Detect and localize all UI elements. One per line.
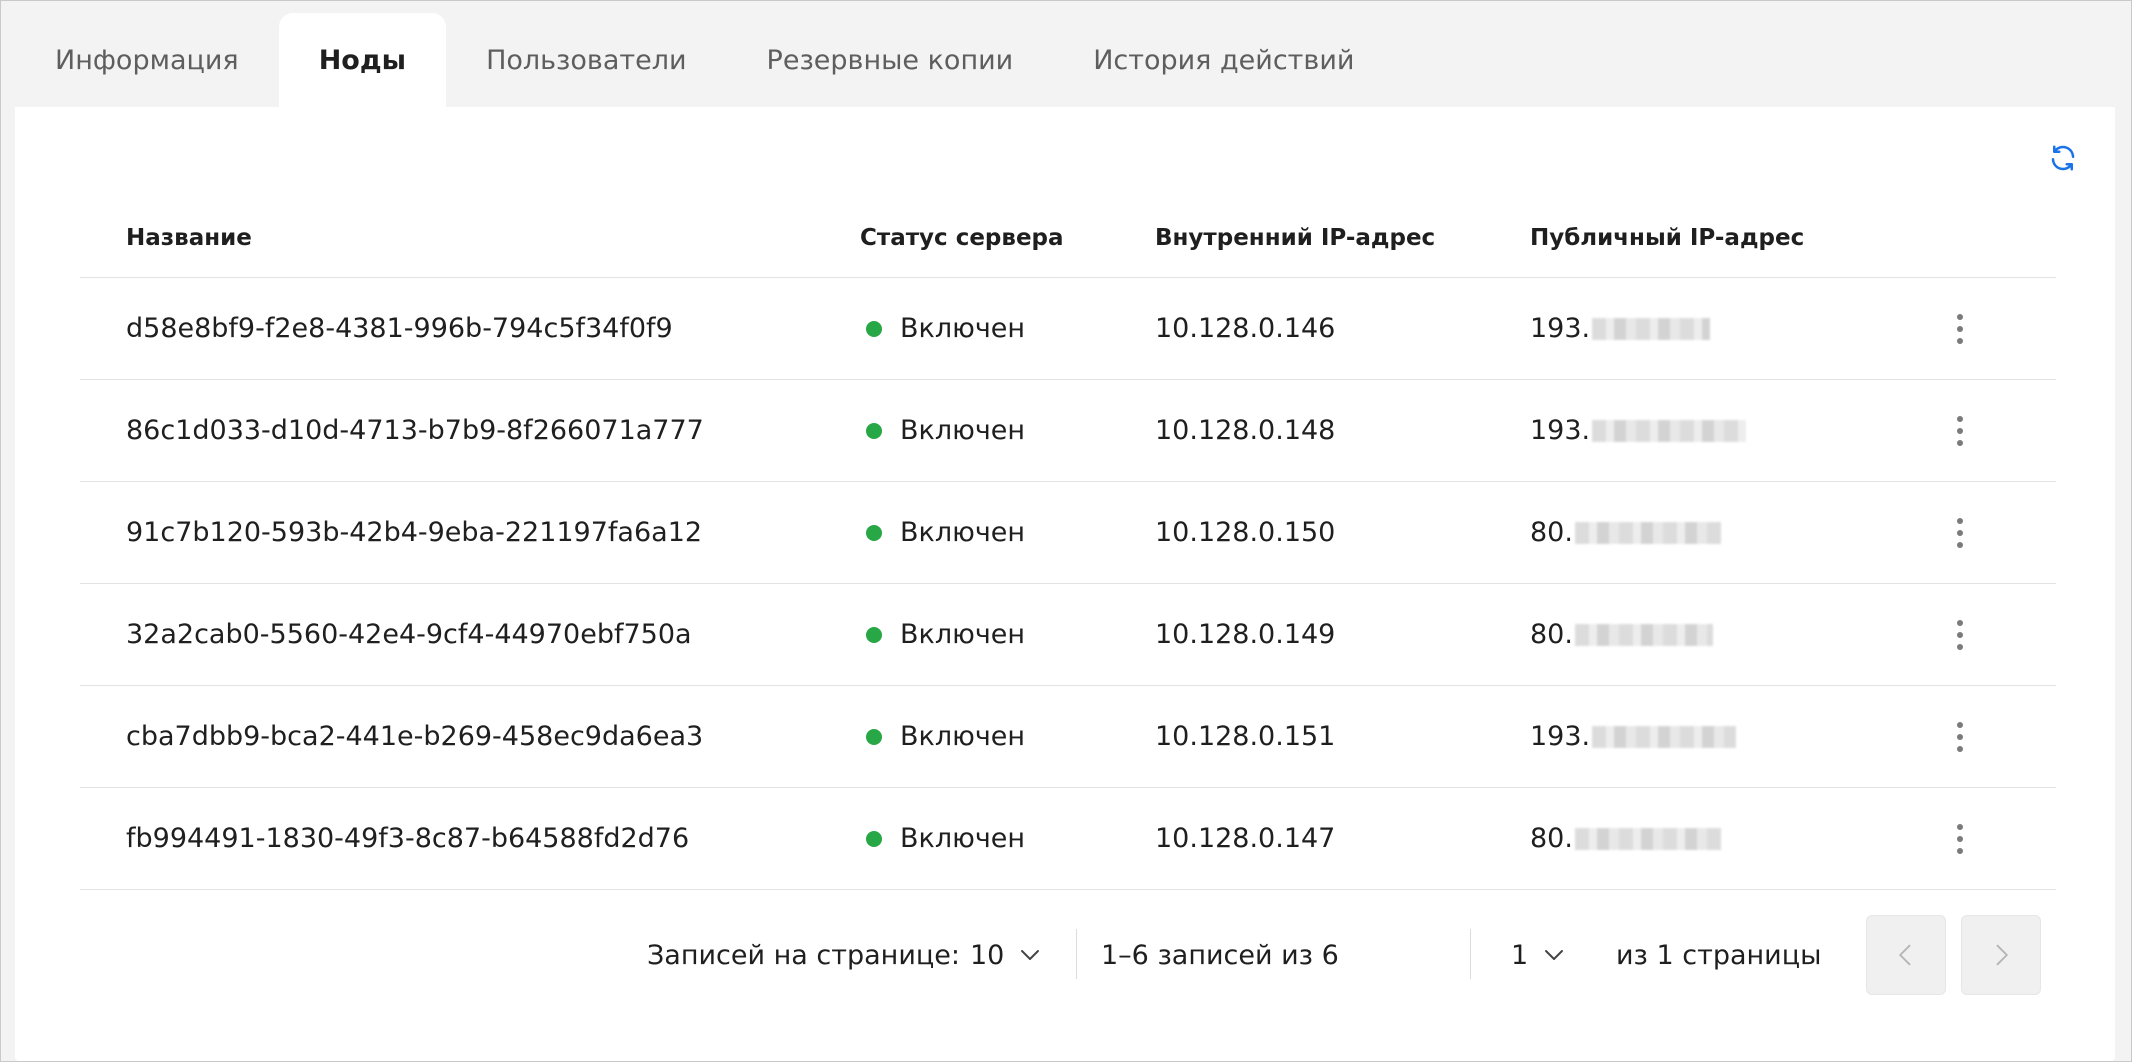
public-ip-prefix: 80.	[1530, 619, 1573, 650]
chevron-down-icon	[1545, 950, 1564, 960]
table-header: Название Статус сервера Внутренний IP-ад…	[80, 107, 2056, 278]
node-name: d58e8bf9-f2e8-4381-996b-794c5f34f0f9	[126, 313, 673, 344]
column-header-public-ip[interactable]: Публичный IP-адрес	[1530, 225, 1804, 251]
internal-ip: 10.128.0.146	[1155, 313, 1336, 344]
kebab-menu-icon	[1957, 415, 1963, 446]
next-page-button[interactable]	[1961, 915, 2041, 995]
public-ip: 193.	[1530, 686, 1737, 787]
tab-nodes[interactable]: Ноды	[278, 13, 447, 107]
public-ip: 80.	[1530, 482, 1721, 583]
column-header-name[interactable]: Название	[126, 225, 252, 251]
tab-bar: Информация Ноды Пользователи Резервные к…	[15, 13, 1394, 107]
public-ip-prefix: 193.	[1530, 721, 1591, 752]
server-status: Включен	[860, 788, 1025, 889]
redacted-ip	[1592, 317, 1711, 340]
server-status: Включен	[860, 278, 1025, 379]
nodes-table: Название Статус сервера Внутренний IP-ад…	[80, 107, 2056, 890]
redacted-ip	[1574, 521, 1721, 544]
status-text: Включен	[900, 823, 1026, 854]
row-menu-button[interactable]	[1940, 788, 1980, 889]
per-page-label: Записей на странице:	[647, 939, 960, 971]
row-menu-button[interactable]	[1940, 380, 1980, 481]
divider	[1076, 929, 1077, 979]
kebab-menu-icon	[1957, 619, 1963, 650]
status-text: Включен	[900, 619, 1026, 650]
internal-ip: 10.128.0.149	[1155, 619, 1336, 650]
status-dot-icon	[866, 626, 882, 643]
redacted-ip	[1574, 827, 1721, 850]
status-dot-icon	[866, 728, 882, 745]
pages-total: из 1 страницы	[1616, 939, 1822, 971]
public-ip: 80.	[1530, 788, 1721, 889]
table-row: 91c7b120-593b-42b4-9eba-221197fa6a12 Вкл…	[80, 482, 2056, 584]
redacted-ip	[1592, 725, 1737, 748]
kebab-menu-icon	[1957, 721, 1963, 752]
kebab-menu-icon	[1957, 517, 1963, 548]
internal-ip: 10.128.0.147	[1155, 823, 1336, 854]
tab-users[interactable]: Пользователи	[446, 13, 726, 107]
tab-information[interactable]: Информация	[15, 13, 279, 107]
server-status: Включен	[860, 482, 1025, 583]
row-menu-button[interactable]	[1940, 278, 1980, 379]
public-ip: 80.	[1530, 584, 1713, 685]
records-range: 1–6 записей из 6	[1101, 939, 1339, 971]
status-text: Включен	[900, 313, 1026, 344]
kebab-menu-icon	[1957, 313, 1963, 344]
status-text: Включен	[900, 721, 1026, 752]
redacted-ip	[1592, 419, 1747, 442]
tab-action-history[interactable]: История действий	[1053, 13, 1394, 107]
internal-ip: 10.128.0.150	[1155, 517, 1336, 548]
chevron-right-icon	[1996, 944, 2008, 966]
window: Информация Ноды Пользователи Резервные к…	[0, 0, 2132, 1062]
node-name: 32a2cab0-5560-42e4-9cf4-44970ebf750a	[126, 619, 692, 650]
row-menu-button[interactable]	[1940, 686, 1980, 787]
node-name: cba7dbb9-bca2-441e-b269-458ec9da6ea3	[126, 721, 704, 752]
public-ip-prefix: 80.	[1530, 823, 1573, 854]
table-row: 86c1d033-d10d-4713-b7b9-8f266071a777 Вкл…	[80, 380, 2056, 482]
server-status: Включен	[860, 584, 1025, 685]
row-menu-button[interactable]	[1940, 584, 1980, 685]
public-ip-prefix: 193.	[1530, 313, 1591, 344]
public-ip: 193.	[1530, 380, 1747, 481]
table-row: cba7dbb9-bca2-441e-b269-458ec9da6ea3 Вкл…	[80, 686, 2056, 788]
status-dot-icon	[866, 830, 882, 847]
nodes-panel: Название Статус сервера Внутренний IP-ад…	[15, 107, 2115, 1061]
prev-page-button[interactable]	[1866, 915, 1946, 995]
column-header-status[interactable]: Статус сервера	[860, 225, 1064, 251]
status-dot-icon	[866, 320, 882, 337]
node-name: 86c1d033-d10d-4713-b7b9-8f266071a777	[126, 415, 704, 446]
node-name: fb994491-1830-49f3-8c87-b64588fd2d76	[126, 823, 690, 854]
chevron-down-icon	[1021, 950, 1040, 960]
server-status: Включен	[860, 686, 1025, 787]
pagination: Записей на странице: 10 1–6 записей из 6…	[15, 915, 2115, 995]
row-menu-button[interactable]	[1940, 482, 1980, 583]
redacted-ip	[1574, 623, 1713, 646]
kebab-menu-icon	[1957, 823, 1963, 854]
internal-ip: 10.128.0.151	[1155, 721, 1336, 752]
public-ip: 193.	[1530, 278, 1711, 379]
node-name: 91c7b120-593b-42b4-9eba-221197fa6a12	[126, 517, 703, 548]
status-text: Включен	[900, 517, 1026, 548]
table-row: d58e8bf9-f2e8-4381-996b-794c5f34f0f9 Вкл…	[80, 278, 2056, 380]
page-select[interactable]: 1	[1511, 915, 1566, 995]
per-page-select[interactable]: 10	[970, 915, 1042, 995]
chevron-left-icon	[1899, 944, 1911, 966]
internal-ip: 10.128.0.148	[1155, 415, 1336, 446]
table-row: 32a2cab0-5560-42e4-9cf4-44970ebf750a Вкл…	[80, 584, 2056, 686]
status-dot-icon	[866, 524, 882, 541]
divider	[1470, 929, 1471, 979]
public-ip-prefix: 80.	[1530, 517, 1573, 548]
status-text: Включен	[900, 415, 1026, 446]
per-page-value: 10	[970, 939, 1005, 971]
table-row: fb994491-1830-49f3-8c87-b64588fd2d76 Вкл…	[80, 788, 2056, 890]
column-header-internal-ip[interactable]: Внутренний IP-адрес	[1155, 225, 1435, 251]
status-dot-icon	[866, 422, 882, 439]
tab-backups[interactable]: Резервные копии	[727, 13, 1054, 107]
public-ip-prefix: 193.	[1530, 415, 1591, 446]
server-status: Включен	[860, 380, 1025, 481]
page-value: 1	[1511, 939, 1529, 971]
